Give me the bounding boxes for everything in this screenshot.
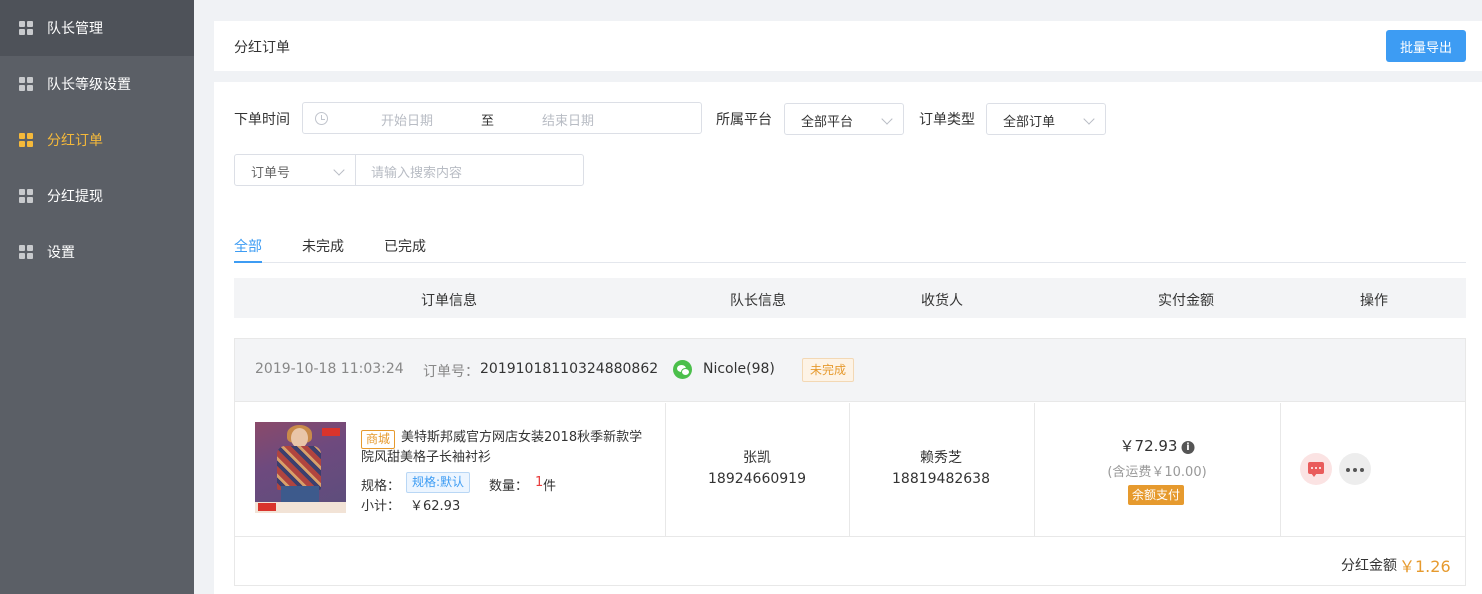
wechat-icon: [673, 360, 692, 379]
captain-phone: 18924660919: [708, 471, 806, 487]
spec-label: 规格：: [361, 479, 401, 494]
platform-label: 所属平台: [716, 112, 772, 128]
order-card: 2019-10-18 11:03:24 订单号： 201910181103248…: [234, 338, 1466, 586]
batch-export-button[interactable]: 批量导出: [1386, 30, 1466, 62]
info-icon[interactable]: i: [1181, 441, 1195, 454]
paid-amount-row: ￥72.93 i: [1120, 435, 1195, 456]
column-divider: [665, 403, 666, 537]
column-header: 订单信息: [421, 293, 477, 309]
column-divider: [1280, 403, 1281, 537]
sidebar-item-label: 分红提现: [47, 189, 103, 205]
column-header: 实付金额: [1158, 293, 1214, 309]
sidebar: 队长管理 队长等级设置 分红订单 分红提现 设置: [0, 0, 194, 594]
search-input-placeholder: 请输入搜索内容: [371, 166, 463, 181]
payment-method-badge: 余额支付: [1128, 485, 1185, 505]
platform-select[interactable]: 全部平台: [784, 103, 904, 135]
bonus-label: 分红金额: [1341, 558, 1397, 574]
sidebar-item-captain-management[interactable]: 队长管理: [0, 0, 194, 56]
page-header: 分红订单 批量导出: [214, 21, 1482, 71]
active-tab-indicator: [234, 261, 262, 263]
subtotal-label: 小计：: [361, 499, 401, 514]
chevron-down-icon: [881, 113, 893, 125]
main-panel: 下单时间 开始日期 至 结束日期 所属平台 全部平台 订单类型 全部订单 订单号…: [214, 82, 1482, 594]
quantity-unit: 件: [543, 479, 557, 494]
tab-completed[interactable]: 已完成: [384, 236, 426, 256]
subtotal-value: ￥62.93: [410, 499, 461, 514]
order-type-select-value: 全部订单: [1003, 115, 1056, 130]
bonus-amount: ￥1.26: [1399, 557, 1451, 576]
column-divider: [1034, 403, 1035, 537]
sidebar-item-settings[interactable]: 设置: [0, 224, 194, 280]
receiver-phone: 18819482638: [892, 471, 990, 487]
tab-all[interactable]: 全部: [234, 236, 262, 256]
tab-divider: [234, 262, 1466, 263]
mall-badge: 商城: [361, 430, 396, 449]
start-date-input[interactable]: 开始日期: [381, 110, 433, 129]
tab-incomplete[interactable]: 未完成: [302, 236, 344, 256]
platform-select-value: 全部平台: [801, 115, 854, 130]
row-divider: [235, 536, 1465, 537]
page-title: 分红订单: [234, 40, 290, 56]
captain-name: 张凯: [743, 450, 771, 466]
captain-nickname: Nicole(98): [703, 361, 775, 377]
sidebar-item-bonus-orders[interactable]: 分红订单: [0, 112, 194, 168]
spec-tag: 规格:默认: [406, 472, 471, 493]
sidebar-item-captain-level-settings[interactable]: 队长等级设置: [0, 56, 194, 112]
order-number-label: 订单号：: [423, 364, 479, 380]
search-input[interactable]: 请输入搜索内容: [355, 154, 584, 186]
search-field-value: 订单号: [251, 166, 291, 181]
column-header: 队长信息: [730, 293, 786, 309]
shipping-fee: (含运费￥10.00): [1107, 465, 1207, 480]
grid-icon: [19, 77, 33, 91]
sidebar-item-label: 队长管理: [47, 21, 103, 37]
more-actions-button[interactable]: [1339, 453, 1371, 485]
grid-icon: [19, 133, 33, 147]
order-card-header: 2019-10-18 11:03:24 订单号： 201910181103248…: [235, 339, 1465, 402]
order-type-select[interactable]: 全部订单: [986, 103, 1106, 135]
column-header: 收货人: [921, 293, 963, 309]
product-title[interactable]: 美特斯邦威官方网店女装2018秋季新款学院风甜美格子长袖衬衫: [361, 428, 645, 468]
search-field-select[interactable]: 订单号: [234, 154, 356, 186]
quantity-label: 数量：: [489, 479, 529, 494]
message-button[interactable]: [1300, 453, 1332, 485]
sidebar-item-bonus-withdrawal[interactable]: 分红提现: [0, 168, 194, 224]
chevron-down-icon: [1083, 113, 1095, 125]
order-type-label: 订单类型: [919, 112, 975, 128]
table-header: 订单信息 队长信息 收货人 实付金额 操作: [234, 278, 1466, 318]
clock-icon: [315, 112, 328, 125]
date-range-picker[interactable]: 开始日期 至 结束日期: [302, 102, 702, 134]
sidebar-item-label: 设置: [47, 245, 75, 261]
column-divider: [849, 403, 850, 537]
column-header: 操作: [1360, 293, 1388, 309]
receiver-name: 赖秀芝: [920, 450, 962, 466]
order-time: 2019-10-18 11:03:24: [255, 361, 404, 377]
order-number: 20191018110324880862: [480, 361, 659, 377]
grid-icon: [19, 189, 33, 203]
chevron-down-icon: [333, 164, 345, 176]
product-image[interactable]: [255, 422, 346, 513]
sidebar-item-label: 分红订单: [47, 133, 103, 149]
status-badge: 未完成: [802, 358, 855, 382]
order-time-label: 下单时间: [234, 112, 290, 128]
paid-amount: ￥72.93: [1119, 437, 1178, 455]
sidebar-item-label: 队长等级设置: [47, 77, 131, 93]
range-separator: 至: [481, 114, 495, 129]
end-date-input[interactable]: 结束日期: [542, 110, 594, 129]
grid-icon: [19, 21, 33, 35]
grid-icon: [19, 245, 33, 259]
